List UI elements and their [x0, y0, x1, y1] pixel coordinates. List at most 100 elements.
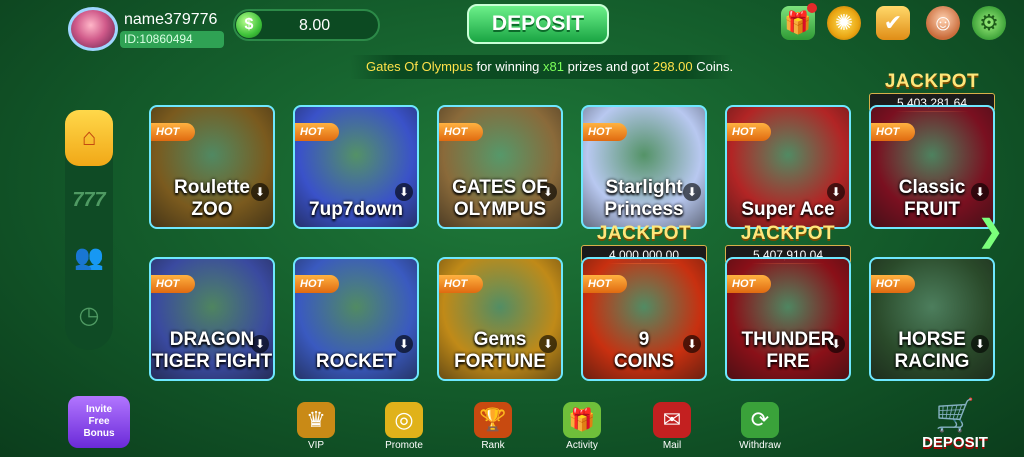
trophy-icon: 🏆 [474, 402, 512, 438]
balance-value: 8.00 [299, 17, 331, 34]
jackpot-label: JACKPOT [740, 223, 836, 244]
hot-badge: HOT [295, 275, 339, 293]
checkin-icon[interactable]: ✔ [876, 6, 910, 40]
game-title-line-1: Gems [473, 329, 527, 350]
game-card[interactable]: HOT ⬇ 7up7down [293, 105, 419, 229]
bottom-nav-mail[interactable]: ✉ Mail [639, 402, 705, 451]
marquee-amount: 298.00 [652, 59, 693, 74]
game-title-line-1: THUNDER [741, 329, 835, 350]
top-bar: name379776 ID:10860494 $ 8.00 DEPOSIT 🎁 … [0, 0, 1024, 51]
bottom-nav-promote[interactable]: ◎ Promote [371, 402, 437, 451]
game-title: Starlight Princess [583, 177, 705, 221]
game-card[interactable]: HOT ⬇ ROCKET [293, 257, 419, 381]
hot-badge: HOT [439, 123, 483, 141]
game-title-line-1: 7up7down [309, 199, 403, 220]
invite-line-1: Invite [85, 404, 113, 415]
game-title-line-1: Starlight [605, 177, 683, 198]
side-nav: ⌂ 777 👥 ◷ [65, 110, 113, 350]
shopping-cart-icon: 🛒 [935, 397, 975, 433]
game-card[interactable]: HOT ⬇ Super Ace [725, 105, 851, 229]
user-avatar[interactable] [68, 7, 118, 51]
hot-badge: HOT [295, 123, 339, 141]
game-title: DRAGON TIGER FIGHT [151, 329, 273, 373]
bottom-nav-label: Mail [662, 440, 682, 451]
game-title-line-1: DRAGON [169, 329, 255, 350]
deposit-cart-button[interactable]: 🛒 DEPOSIT [910, 396, 1000, 456]
game-title-line-1: GATES OF [452, 177, 548, 198]
hot-badge: HOT [583, 123, 627, 141]
hot-badge: HOT [727, 123, 771, 141]
game-title-line-1: Classic [898, 177, 966, 198]
people-icon[interactable]: 👥 [65, 234, 113, 282]
marquee-game: Gates Of Olympus [366, 59, 473, 74]
game-title-line-2: FRUIT [904, 199, 960, 220]
game-title-line-2: OLYMPUS [453, 199, 547, 220]
home-icon[interactable]: ⌂ [65, 110, 113, 166]
game-card[interactable]: HOT ⬇ Classic FRUIT [869, 105, 995, 229]
lucky-wheel-icon[interactable]: ✺ [827, 6, 861, 40]
game-title-line-2: Princess [604, 199, 684, 220]
notification-badge [807, 3, 817, 13]
marquee-multiplier: x81 [543, 59, 564, 74]
game-card[interactable]: HOT ⬇ THUNDER FIRE [725, 257, 851, 381]
bottom-nav-withdraw[interactable]: ⟳ Withdraw [727, 402, 793, 451]
invite-bonus-button[interactable]: Invite Free Bonus [68, 396, 130, 448]
username: name379776 [124, 11, 218, 28]
game-title-line-2: FORTUNE [454, 351, 546, 372]
dollar-coin-icon: $ [236, 12, 262, 38]
hot-badge: HOT [583, 275, 627, 293]
gift-box-icon: 🎁 [563, 402, 601, 438]
game-title: Gems FORTUNE [439, 329, 561, 373]
slots-icon[interactable]: 777 [65, 176, 113, 224]
game-title-line-2: TIGER FIGHT [151, 351, 273, 372]
jackpot-label: JACKPOT [884, 71, 980, 92]
game-title: 7up7down [295, 199, 417, 221]
support-icon[interactable]: ☺ [926, 6, 960, 40]
deposit-cart-label: DEPOSIT [922, 434, 988, 451]
invite-line-3: Bonus [83, 428, 115, 439]
coins-icon: ◎ [385, 402, 423, 438]
game-title: Roulette ZOO [151, 177, 273, 221]
game-card[interactable]: HOT ⬇ GATES OF OLYMPUS [437, 105, 563, 229]
hot-badge: HOT [439, 275, 483, 293]
game-card[interactable]: HOT ⬇ Starlight Princess [581, 105, 707, 229]
game-card[interactable]: HOT ⬇ Roulette ZOO [149, 105, 275, 229]
game-title-line-2: ZOO [191, 199, 233, 220]
bottom-nav-rank[interactable]: 🏆 Rank [460, 402, 526, 451]
game-title: GATES OF OLYMPUS [439, 177, 561, 221]
bottom-nav-label: VIP [307, 440, 325, 451]
marquee-text: for winning [472, 59, 544, 74]
balance-display[interactable]: $ 8.00 [233, 9, 380, 41]
mailbox-icon: ✉ [653, 402, 691, 438]
hot-badge: HOT [871, 123, 915, 141]
jackpot-label: JACKPOT [596, 223, 692, 244]
marquee-text-end: Coins. [692, 59, 732, 74]
game-card[interactable]: HOT ⬇ HORSE RACING [869, 257, 995, 381]
hot-badge: HOT [151, 275, 195, 293]
game-title-line-1: Super Ace [741, 199, 835, 220]
game-title: 9 COINS [583, 329, 705, 373]
game-title-line-2: COINS [613, 351, 675, 372]
history-icon[interactable]: ◷ [65, 292, 113, 340]
game-title-line-1: HORSE [898, 329, 966, 350]
hot-badge: HOT [871, 275, 915, 293]
withdraw-icon: ⟳ [741, 402, 779, 438]
game-title: ROCKET [295, 351, 417, 373]
game-card[interactable]: HOT ⬇ Gems FORTUNE [437, 257, 563, 381]
bottom-nav-activity[interactable]: 🎁 Activity [549, 402, 615, 451]
winner-marquee: Gates Of Olympus for winning x81 prizes … [350, 55, 732, 79]
chevron-right-icon[interactable]: ❯ [978, 214, 1004, 250]
game-title: HORSE RACING [871, 329, 993, 373]
deposit-button[interactable]: DEPOSIT [467, 4, 609, 44]
game-title-line-2: FIRE [766, 351, 810, 372]
bottom-nav-label: Promote [385, 440, 423, 451]
game-title-line-1: Roulette [174, 177, 250, 198]
game-title-line-2: RACING [894, 351, 970, 372]
settings-gear-icon[interactable]: ⚙ [972, 6, 1006, 40]
bottom-nav-vip[interactable]: ♛ VIP [283, 402, 349, 451]
game-title: Super Ace [727, 199, 849, 221]
game-card[interactable]: HOT ⬇ 9 COINS [581, 257, 707, 381]
hot-badge: HOT [727, 275, 771, 293]
hot-badge: HOT [151, 123, 195, 141]
game-card[interactable]: HOT ⬇ DRAGON TIGER FIGHT [149, 257, 275, 381]
